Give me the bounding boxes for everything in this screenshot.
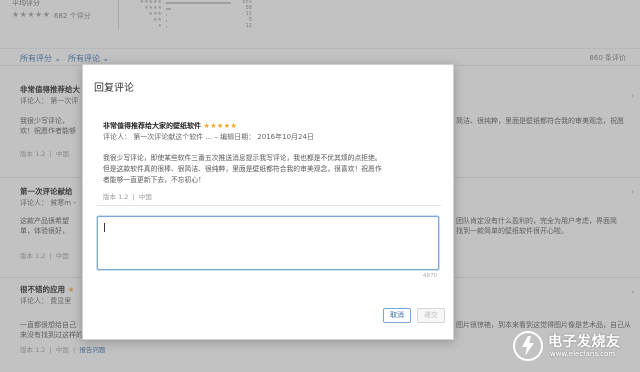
watermark-url: www.elecfans.com: [550, 350, 616, 358]
watermark: 电子发烧友 www.elecfans.com: [512, 330, 632, 362]
review-author: 评论人： 第一次评论献这个软件 ... – 编辑日期： 2016年10月24日: [103, 133, 314, 141]
watermark-text: 电子发烧友: [548, 334, 621, 350]
review-body-line: 者能够一直更新下去，不忘初心！: [103, 176, 205, 184]
reply-review-dialog: 回复评论 非常值得推荐给大家的壁纸软件 ★★★★★ 评论人： 第一次评论献这个软…: [82, 64, 454, 340]
review-version: 版本 1.2: [103, 193, 129, 201]
review-country: 中国: [138, 193, 152, 201]
review-body-line: 但是这款软件真的很棒、很简洁、很纯粹，里面是壁纸都符合我的审美观念，很喜欢！祝愿…: [103, 165, 382, 173]
review-stars: ★★★★★: [203, 122, 238, 130]
character-counter: 4870: [423, 273, 437, 279]
cancel-button[interactable]: 取消: [383, 308, 411, 323]
text-caret: [104, 223, 105, 232]
dialog-title: 回复评论: [94, 83, 134, 94]
review-body-line: 我很少写评论，即使某些软件三番五次推送消息提示我写评论，我也都是不优其烦的点拒绝…: [103, 154, 382, 162]
review-title: 非常值得推荐给大家的壁纸软件 ★★★★★: [103, 122, 238, 130]
review-meta: 版本 1.2 | 中国: [103, 193, 152, 201]
elecfans-logo-icon: [513, 331, 543, 361]
submit-button[interactable]: 递交: [417, 308, 445, 323]
reply-textarea[interactable]: [97, 216, 439, 270]
divider: [97, 205, 441, 206]
